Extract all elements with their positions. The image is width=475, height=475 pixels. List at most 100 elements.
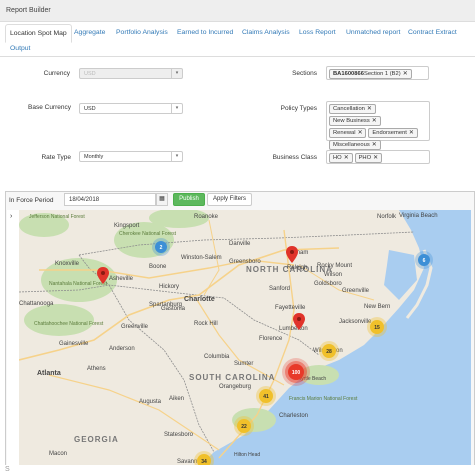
in-force-period-label: In Force Period [9, 197, 54, 204]
business-chip-label: PHO [358, 155, 372, 161]
label-augusta: Augusta [139, 399, 162, 405]
business-class-multiselect[interactable]: HO ✕ PHO ✕ [326, 150, 430, 164]
remove-icon[interactable]: ✕ [372, 118, 377, 124]
cluster-marker[interactable]: 15 [367, 317, 387, 337]
label-nantahala-nf: Nantahala National Forest [49, 281, 108, 287]
label-charleston: Charleston [279, 413, 308, 419]
tab-loss-report[interactable]: Loss Report [299, 29, 336, 36]
tab-unmatched-report[interactable]: Unmatched report [346, 29, 400, 36]
label-greenville-nc: Greenville [342, 288, 370, 294]
remove-icon[interactable]: ✕ [373, 155, 378, 161]
label-raleigh: Raleigh [287, 265, 307, 271]
business-chip-label: HO [333, 155, 342, 161]
forest-chattahoochee [24, 304, 94, 336]
policy-chip-label: Miscellaneous [333, 142, 370, 148]
title-bar: Report Builder [0, 0, 475, 22]
label-columbia: Columbia [204, 354, 230, 360]
remove-icon[interactable]: ✕ [409, 130, 414, 136]
policy-chip-label: Cancellation [333, 106, 365, 112]
sections-label: Sections [292, 70, 317, 77]
in-force-date-input[interactable]: 18/04/2018 [64, 193, 156, 206]
sidebar-toggle[interactable]: › [7, 210, 19, 465]
label-gastonia: Gastonia [161, 306, 186, 312]
label-roanoke: Roanoke [194, 214, 219, 220]
rate-type-label: Rate Type [41, 154, 71, 161]
chevron-right-icon: › [10, 213, 13, 220]
section-code: BA1600866 [333, 71, 364, 77]
label-greenville: Greenville [121, 324, 149, 330]
policy-chip-label: Endorsement [372, 130, 407, 136]
bottom-strip: S [0, 465, 475, 475]
label-lumberton: Lumberton [279, 326, 308, 332]
cluster-count: 6 [423, 258, 426, 264]
business-class-label: Business Class [272, 154, 317, 161]
tab-aggregate[interactable]: Aggregate [74, 29, 105, 36]
remove-icon[interactable]: ✕ [372, 142, 377, 148]
label-statesboro: Statesboro [164, 432, 194, 438]
policy-chip: Miscellaneous ✕ [329, 140, 381, 150]
tab-contract-extract[interactable]: Contract Extract [408, 29, 457, 36]
tab-location-spot-map[interactable]: Location Spot Map [5, 24, 72, 43]
remove-icon[interactable]: ✕ [367, 106, 372, 112]
publish-button[interactable]: Publish [173, 193, 205, 206]
label-danville: Danville [229, 241, 251, 247]
policy-chip: Renewal ✕ [329, 128, 367, 138]
policy-chip: Cancellation ✕ [329, 104, 376, 114]
cluster-count: 2 [160, 245, 163, 251]
cluster-count: 41 [263, 394, 269, 400]
map-view[interactable]: NORTH CAROLINA SOUTH CAROLINA GEORGIA Ch… [19, 210, 471, 465]
base-currency-select[interactable]: USD ▾ [79, 103, 183, 114]
label-gainesville: Gainesville [59, 341, 89, 347]
label-charlotte: Charlotte [184, 296, 215, 303]
label-asheville: Asheville [109, 276, 134, 282]
label-macon: Macon [49, 451, 67, 457]
cluster-count: 15 [374, 325, 380, 331]
cluster-marker[interactable]: 100 [282, 358, 310, 386]
policy-types-label: Policy Types [280, 105, 317, 112]
label-wilson: Wilson [324, 272, 342, 278]
rate-type-select[interactable]: Monthly ▾ [79, 151, 183, 162]
chevron-down-icon: ▾ [171, 69, 182, 78]
chevron-down-icon: ▾ [171, 152, 182, 161]
label-hilton-head: Hilton Head [234, 452, 260, 458]
tab-earned-to-incurred[interactable]: Earned to Incurred [177, 29, 233, 36]
sections-multiselect[interactable]: BA1600866Section 1 (B2) ✕ [326, 66, 429, 80]
tab-portfolio-analysis[interactable]: Portfolio Analysis [116, 29, 168, 36]
apply-filters-button[interactable]: Apply Filters [207, 193, 252, 206]
label-chattanooga: Chattanooga [19, 301, 54, 307]
cluster-marker[interactable]: 6 [415, 251, 433, 269]
policy-chip-label: Renewal [333, 130, 356, 136]
section-name: Section 1 (B2) [363, 71, 401, 77]
bottom-label: S [5, 466, 10, 473]
label-winston-salem: Winston-Salem [181, 255, 222, 261]
label-norfolk: Norfolk [377, 214, 397, 220]
remove-icon[interactable]: ✕ [403, 71, 408, 77]
tab-output[interactable]: Output [10, 45, 30, 52]
label-rock-hill: Rock Hill [194, 321, 218, 327]
calendar-icon[interactable]: ▦ [156, 193, 168, 206]
label-kingsport: Kingsport [114, 223, 140, 229]
tab-claims-analysis[interactable]: Claims Analysis [242, 29, 290, 36]
sections-chip: BA1600866Section 1 (B2) ✕ [329, 69, 412, 79]
business-chip: HO ✕ [329, 153, 353, 163]
currency-label: Currency [43, 70, 70, 77]
label-new-bern: New Bern [364, 304, 390, 310]
report-tabs: Location Spot Map Aggregate Portfolio An… [0, 23, 475, 57]
policy-types-multiselect[interactable]: Cancellation ✕New Business ✕ Renewal ✕ Endor… [326, 101, 430, 150]
label-greensboro: Greensboro [229, 259, 261, 265]
label-cherokee-nf: Cherokee National Forest [119, 231, 177, 237]
cluster-marker[interactable]: 22 [234, 416, 254, 436]
label-anderson: Anderson [109, 346, 135, 352]
map-canvas[interactable]: NORTH CAROLINA SOUTH CAROLINA GEORGIA Ch… [19, 210, 471, 465]
cluster-marker[interactable]: 41 [256, 386, 276, 406]
cluster-count: 22 [241, 424, 247, 430]
cluster-marker[interactable]: 28 [319, 341, 339, 361]
cluster-marker[interactable]: 2 [152, 238, 170, 256]
remove-icon[interactable]: ✕ [358, 130, 363, 136]
currency-value: USD [84, 71, 96, 77]
label-orangeburg: Orangeburg [219, 384, 251, 390]
cluster-count: 100 [292, 370, 301, 376]
remove-icon[interactable]: ✕ [344, 155, 349, 161]
label-jefferson-nf: Jefferson National Forest [29, 214, 85, 220]
label-fayetteville: Fayetteville [275, 305, 306, 311]
